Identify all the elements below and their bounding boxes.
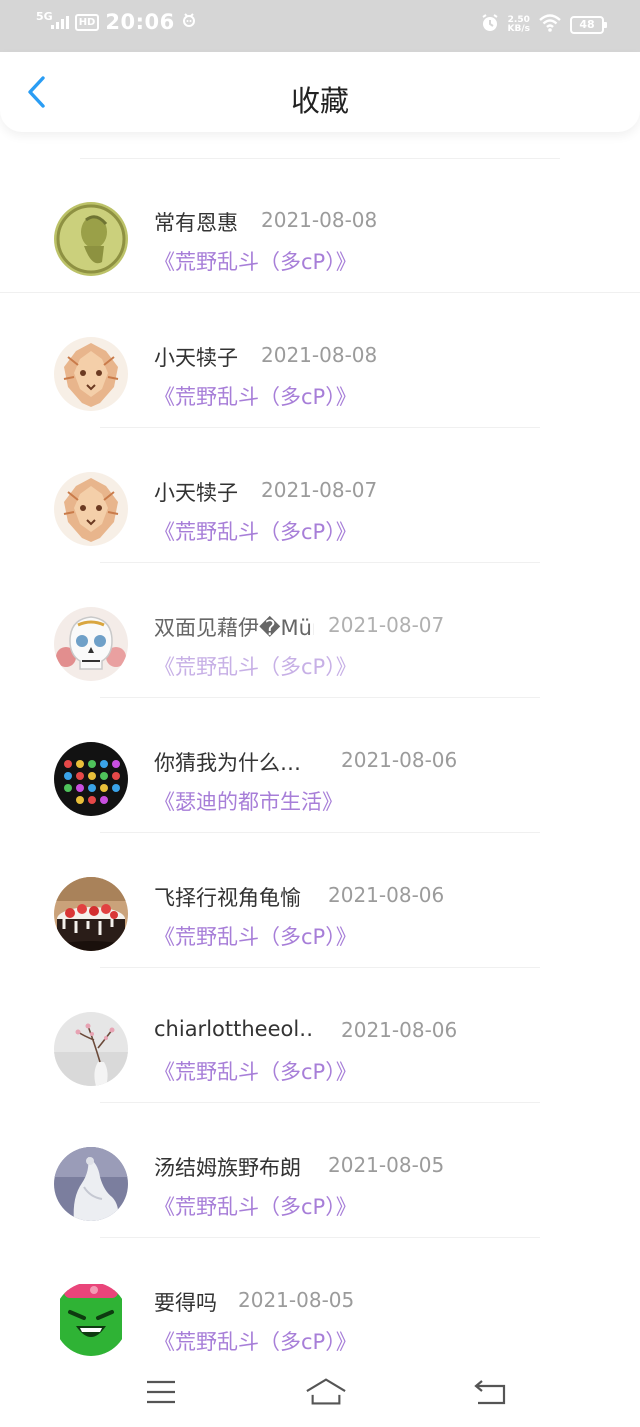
list-item[interactable]: 小天犊子 2021-08-07 《荒野乱斗（多cP）》 [0,428,640,563]
favorite-date: 2021-08-07 [261,478,378,502]
favorites-list: 常有恩惠 2021-08-08 《荒野乱斗（多cP）》 小天犊子 2021-08… [0,158,640,1373]
network-type: 5G [36,9,53,23]
username: 双面见藉伊�München [154,616,314,640]
username: 汤结姆族野布朗 [154,1156,301,1180]
favorite-date: 2021-08-06 [328,883,445,907]
avatar [54,202,128,276]
book-title[interactable]: 《荒野乱斗（多cP）》 [154,381,357,411]
avatar [54,1147,128,1221]
status-bar: 5G HD 20:06 2.50 KB/s 48 [0,0,640,52]
menu-icon [147,1380,175,1404]
username: 要得吗 [154,1291,217,1315]
signal-icon [50,15,69,29]
avatar [54,607,128,681]
notification-icon [181,12,197,32]
page-header: 收藏 [0,52,640,132]
book-title[interactable]: 《瑟迪的都市生活》 [154,786,343,816]
status-time: 20:06 [105,10,175,34]
book-title[interactable]: 《荒野乱斗（多cP）》 [154,516,357,546]
favorite-date: 2021-08-05 [328,1153,445,1177]
alarm-icon [480,13,500,37]
wifi-icon [538,14,562,36]
status-left: 5G HD 20:06 [36,10,197,34]
home-button[interactable] [305,1372,347,1412]
book-title[interactable]: 《荒野乱斗（多cP）》 [154,1326,357,1356]
username: 你猜我为什么… [154,751,301,775]
username: chiarlottheeol… [154,1017,314,1041]
list-item[interactable]: 小天犊子 2021-08-08 《荒野乱斗（多cP）》 [0,293,640,428]
book-title[interactable]: 《荒野乱斗（多cP）》 [154,1191,357,1221]
list-item[interactable]: 常有恩惠 2021-08-08 《荒野乱斗（多cP）》 [0,158,640,293]
username: 飞择行视角龟愉 [154,886,301,910]
list-item[interactable]: 飞择行视角龟愉 2021-08-06 《荒野乱斗（多cP）》 [0,833,640,968]
status-right: 2.50 KB/s 48 [480,13,607,37]
list-item[interactable]: 汤结姆族野布朗 2021-08-05 《荒野乱斗（多cP）》 [0,1103,640,1238]
avatar [54,337,128,411]
battery-indicator: 48 [570,16,607,34]
avatar [54,1012,128,1086]
book-title[interactable]: 《荒野乱斗（多cP）》 [154,1056,357,1086]
favorite-date: 2021-08-08 [261,208,378,232]
username: 常有恩惠 [154,211,238,235]
speed-unit: KB/s [507,24,530,34]
return-icon [474,1380,506,1405]
list-item[interactable]: chiarlottheeol… 2021-08-06 《荒野乱斗（多cP）》 [0,968,640,1103]
page-title: 收藏 [290,84,349,118]
network-speed: 2.50 KB/s [508,16,530,34]
avatar [54,742,128,816]
avatar [54,877,128,951]
book-title[interactable]: 《荒野乱斗（多cP）》 [154,921,357,951]
avatar [54,472,128,546]
system-nav-bar [0,1357,640,1427]
username: 小天犊子 [154,346,238,370]
list-item[interactable]: 你猜我为什么… 2021-08-06 《瑟迪的都市生活》 [0,698,640,833]
list-item[interactable]: 要得吗 2021-08-05 《荒野乱斗（多cP）》 [0,1238,640,1373]
username: 小天犊子 [154,481,238,505]
return-button[interactable] [470,1372,512,1412]
favorite-date: 2021-08-05 [238,1288,355,1312]
list-item[interactable]: 双面见藉伊�München 2021-08-07 《荒野乱斗（多cP）》 [0,563,640,698]
favorite-date: 2021-08-08 [261,343,378,367]
favorite-date: 2021-08-07 [328,613,445,637]
book-title[interactable]: 《荒野乱斗（多cP）》 [154,246,357,276]
favorite-date: 2021-08-06 [341,1018,458,1042]
favorite-date: 2021-08-06 [341,748,458,772]
menu-button[interactable] [140,1372,182,1412]
hd-badge: HD [74,13,100,31]
home-icon [306,1378,346,1405]
avatar [54,1282,128,1356]
book-title[interactable]: 《荒野乱斗（多cP）》 [154,651,357,681]
